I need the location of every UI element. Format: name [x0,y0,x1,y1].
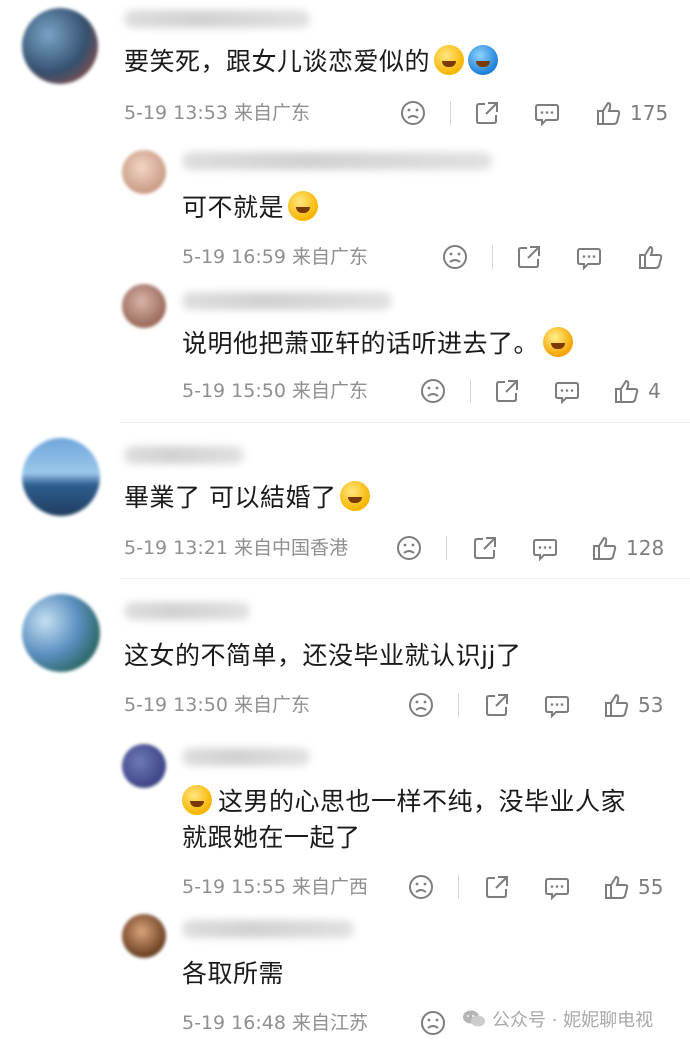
blue-emoji [468,45,499,75]
dislike-icon [401,101,425,125]
comment-text: 这男的心思也一样不纯，没毕业人家 [182,784,626,820]
like-count: 55 [638,875,664,899]
reply-button[interactable] [554,376,580,406]
username-blurred[interactable] [182,748,310,766]
reply-button[interactable] [534,98,560,128]
like-count: 53 [638,693,664,717]
dislike-icon [421,1011,445,1035]
share-button[interactable] [516,242,542,272]
comment-icon [577,248,601,270]
comment-text-continued: 就跟她在一起了 [182,823,361,852]
dislike-icon [443,245,467,269]
like-icon [615,379,639,403]
like-button[interactable]: 53 [604,690,663,720]
comment-text: 说明他把萧亚轩的话听进去了。 [182,326,574,362]
like-count: 4 [648,379,661,403]
share-icon [474,537,496,559]
avatar[interactable] [22,438,100,516]
username-blurred[interactable] [182,920,354,938]
comment-icon [555,382,579,404]
dislike-icon [409,693,433,717]
reply-button[interactable] [544,690,570,720]
avatar[interactable] [122,284,166,328]
like-count: 175 [630,101,669,125]
laugh-cry-emoji [434,45,465,75]
comment-text: 可不就是 [182,190,319,226]
dislike-button[interactable] [420,1008,446,1038]
wechat-icon [463,1010,485,1027]
comment-text: 各取所需 [182,959,285,988]
share-button[interactable] [472,533,498,563]
dislike-icon [397,536,421,560]
like-icon [639,245,663,269]
share-icon [476,102,498,124]
dislike-button[interactable] [396,533,422,563]
comment-divider [120,578,690,579]
comment-icon [535,104,559,126]
avatar[interactable] [122,150,166,194]
comment-text: 这女的不简单，还没毕业就认识jj了 [124,641,522,670]
dislike-icon [409,875,433,899]
avatar[interactable] [22,8,98,84]
like-icon [597,101,621,125]
avatar[interactable] [122,744,166,788]
comment-icon [545,878,569,900]
share-icon [486,694,508,716]
share-button[interactable] [494,376,520,406]
username-blurred[interactable] [124,10,310,28]
reply-button[interactable] [576,242,602,272]
dislike-button[interactable] [408,690,434,720]
share-button[interactable] [484,690,510,720]
dislike-button[interactable] [420,376,446,406]
dislike-button[interactable] [408,872,434,902]
dislike-icon [421,379,445,403]
reply-button[interactable] [544,872,570,902]
tear-smile-emoji [340,481,371,511]
laugh-cry-emoji [288,191,319,221]
username-blurred[interactable] [124,446,244,464]
comment-icon [533,539,557,561]
share-icon [518,246,540,268]
like-icon [593,536,617,560]
share-button[interactable] [474,98,500,128]
reply-button[interactable] [532,533,558,563]
avatar[interactable] [22,594,100,672]
share-icon [486,876,508,898]
like-button[interactable]: 4 [614,376,661,406]
like-count: 128 [626,536,665,560]
share-icon [496,380,518,402]
like-icon [605,693,629,717]
dislike-button[interactable] [400,98,426,128]
like-button[interactable]: 175 [596,98,668,128]
dislike-button[interactable] [442,242,468,272]
like-button[interactable] [638,242,672,272]
big-laugh-emoji [543,327,574,357]
avatar[interactable] [122,914,166,958]
comment-divider [120,422,690,423]
username-blurred[interactable] [182,292,392,310]
comment-text: 畢業了 可以結婚了 [124,480,371,516]
watermark: 公众号 · 妮妮聊电视 [462,1006,653,1032]
like-icon [605,875,629,899]
comment-text: 要笑死，跟女儿谈恋爱似的 [124,44,499,80]
comment-icon [545,696,569,718]
username-blurred[interactable] [124,602,250,620]
like-button[interactable]: 128 [592,533,664,563]
username-blurred[interactable] [182,152,492,170]
share-button[interactable] [484,872,510,902]
shush-emoji [182,785,212,815]
like-button[interactable]: 55 [604,872,663,902]
watermark-label: 公众号 · 妮妮聊电视 [492,1010,654,1031]
